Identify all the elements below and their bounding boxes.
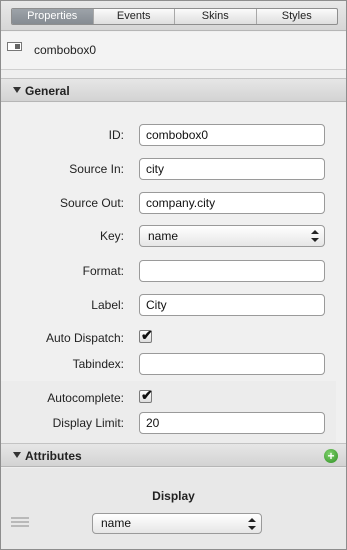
display-select[interactable]: name	[92, 513, 262, 534]
select-arrows-icon	[311, 229, 319, 243]
general-section: ID: combobox0 Source In: city Source Out…	[1, 103, 346, 443]
display-title: Display	[152, 489, 195, 503]
tab-properties[interactable]: Properties	[12, 9, 93, 24]
source-out-input[interactable]: company.city	[139, 192, 325, 214]
tab-skins[interactable]: Skins	[174, 9, 256, 24]
tabindex-input[interactable]	[139, 353, 325, 375]
key-select[interactable]: name	[139, 225, 325, 247]
format-label: Format:	[82, 264, 124, 278]
field-format: Format:	[1, 260, 346, 284]
section-attributes-title: Attributes	[25, 449, 82, 463]
source-in-label: Source In:	[69, 162, 124, 176]
field-autocomplete: Autocomplete: ✔	[1, 387, 346, 411]
source-in-input[interactable]: city	[139, 158, 325, 180]
autocomplete-label: Autocomplete:	[47, 391, 124, 405]
disclosure-triangle-icon[interactable]	[13, 452, 21, 458]
display-limit-label: Display Limit:	[52, 416, 124, 430]
add-attribute-icon[interactable]: +	[324, 449, 338, 463]
key-select-value: name	[148, 229, 179, 243]
combobox-icon	[7, 42, 22, 51]
field-key: Key: name	[1, 225, 346, 249]
key-label: Key:	[99, 229, 124, 243]
id-label: ID:	[108, 128, 124, 142]
properties-panel: Properties Events Skins Styles combobox0…	[0, 0, 347, 550]
tab-group: Properties Events Skins Styles	[11, 8, 338, 25]
drag-handle-icon[interactable]	[11, 517, 29, 527]
display-select-value: name	[101, 516, 132, 530]
selected-object-row: combobox0	[1, 32, 346, 70]
id-input[interactable]: combobox0	[139, 124, 325, 146]
field-id: ID: combobox0	[1, 124, 346, 148]
source-out-label: Source Out:	[59, 196, 124, 210]
tab-events[interactable]: Events	[92, 9, 175, 24]
label-label: Label:	[91, 298, 124, 312]
section-general-header[interactable]: General	[1, 78, 346, 102]
field-auto-dispatch: Auto Dispatch: ✔	[1, 327, 346, 351]
select-arrows-icon	[248, 517, 256, 531]
attributes-section: Display name	[1, 468, 346, 549]
object-name: combobox0	[34, 43, 97, 57]
tabindex-label: Tabindex:	[72, 357, 124, 371]
display-limit-input[interactable]: 20	[139, 412, 325, 434]
field-source-in: Source In: city	[1, 158, 346, 182]
field-label: Label: City	[1, 294, 346, 318]
field-tabindex: Tabindex:	[1, 353, 346, 377]
section-attributes-header[interactable]: Attributes +	[1, 443, 346, 467]
disclosure-triangle-icon[interactable]	[13, 87, 21, 93]
autocomplete-checkbox[interactable]: ✔	[139, 387, 153, 403]
checkmark-icon: ✔	[141, 327, 153, 343]
auto-dispatch-label: Auto Dispatch:	[45, 331, 124, 345]
field-display-limit: Display Limit: 20	[1, 412, 346, 436]
auto-dispatch-checkbox[interactable]: ✔	[139, 327, 153, 343]
format-input[interactable]	[139, 260, 325, 282]
label-input[interactable]: City	[139, 294, 325, 316]
tab-bar: Properties Events Skins Styles	[1, 1, 346, 31]
tab-styles[interactable]: Styles	[255, 9, 338, 24]
field-source-out: Source Out: company.city	[1, 192, 346, 216]
section-general-title: General	[25, 84, 70, 98]
checkmark-icon: ✔	[141, 387, 153, 403]
